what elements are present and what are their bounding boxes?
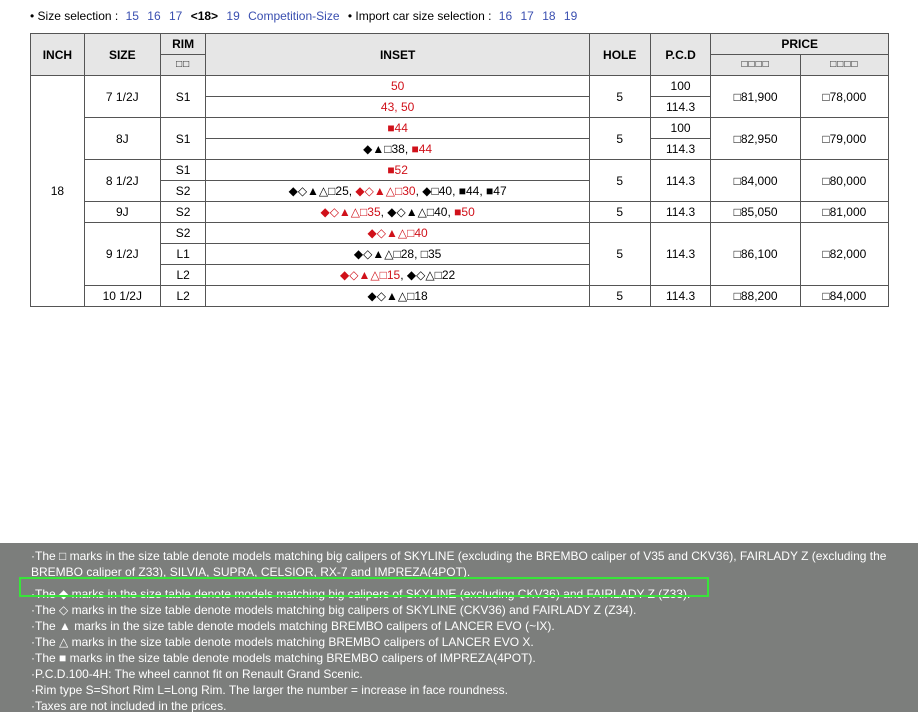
note-line-2: ·The ◆ marks in the size table denote mo…: [31, 587, 691, 601]
notes-panel: ·The □ marks in the size table denote mo…: [0, 543, 918, 713]
pcd-cell: 114.3: [649, 138, 712, 160]
header-rim-sub: □□: [159, 54, 207, 76]
header-price-sub-1: □□□□: [710, 54, 801, 76]
import-link-18[interactable]: 18: [542, 9, 555, 23]
inset-cell: ◆◇▲△□18: [205, 285, 590, 307]
inset-cell: ◆◇▲△□40: [205, 222, 590, 244]
price-cell-2: □81,000: [799, 201, 890, 223]
note-line-7: ·P.C.D.100-4H: The wheel cannot fit on R…: [31, 667, 363, 681]
rim-cell: S2: [159, 180, 207, 202]
hole-cell: 5: [588, 117, 651, 160]
rim-cell: L2: [159, 285, 207, 307]
size-link-15[interactable]: 15: [126, 9, 139, 23]
price-cell-1: □82,950: [710, 117, 801, 160]
note-line-4: ·The ▲ marks in the size table denote mo…: [31, 619, 555, 633]
header-pcd: P.C.D: [649, 33, 712, 76]
rim-cell: S1: [159, 159, 207, 181]
size-cell: 10 1/2J: [83, 285, 161, 307]
inset-cell: ◆▲□38, ■44: [205, 138, 590, 160]
pcd-cell: 100: [649, 117, 712, 139]
rim-cell: S1: [159, 117, 207, 160]
header-inch: INCH: [30, 33, 85, 76]
size-cell: 9 1/2J: [83, 222, 161, 286]
header-hole: HOLE: [588, 33, 651, 76]
table-row: 9 1/2J S2 ◆◇▲△□40 5 114.3 □86,100 □82,000: [31, 222, 890, 286]
pcd-cell: 114.3: [649, 159, 712, 202]
note-line-3: ·The ◇ marks in the size table denote mo…: [31, 603, 637, 617]
price-cell-1: □85,050: [710, 201, 801, 223]
size-cell: 9J: [83, 201, 161, 223]
hole-cell: 5: [588, 201, 651, 223]
import-link-16[interactable]: 16: [499, 9, 512, 23]
size-selection-label: • Size selection :: [30, 9, 119, 23]
header-size: SIZE: [83, 33, 161, 76]
rim-cell: L1: [159, 243, 207, 265]
import-link-19[interactable]: 19: [564, 9, 577, 23]
header-inset: INSET: [205, 33, 590, 76]
size-current-18: <18>: [190, 9, 219, 23]
table-row: 10 1/2J L2 ◆◇▲△□18 5 114.3 □88,200 □84,000: [31, 285, 890, 307]
price-cell-2: □78,000: [799, 75, 890, 118]
pcd-cell: 114.3: [649, 285, 712, 307]
pcd-cell: 114.3: [649, 201, 712, 223]
header-price: PRICE: [710, 33, 889, 55]
inset-cell: ■52: [205, 159, 590, 181]
inset-cell: 43, 50: [205, 96, 590, 118]
pcd-cell: 114.3: [649, 96, 712, 118]
rim-cell: S2: [159, 201, 207, 223]
inset-cell: 50: [205, 75, 590, 97]
inset-cell: ◆◇▲△□15, ◆◇△□22: [205, 264, 590, 286]
price-cell-1: □84,000: [710, 159, 801, 202]
hole-cell: 5: [588, 222, 651, 286]
table-row: 8 1/2J S1 ■52 5 114.3 □84,000 □80,000: [31, 159, 890, 202]
header-price-sub-2: □□□□: [799, 54, 890, 76]
inch-cell: 18: [30, 75, 85, 307]
hole-cell: 5: [588, 159, 651, 202]
import-link-17[interactable]: 17: [520, 9, 533, 23]
table-row: 9J S2 ◆◇▲△□35, ◆◇▲△□40, ■50 5 114.3 □85,050 □8…: [31, 201, 890, 223]
size-cell: 8J: [83, 117, 161, 160]
note-line-6: ·The ■ marks in the size table denote mo…: [31, 651, 536, 665]
table-row: 8J S1 ■44 5 100 □82,950 □79,000: [31, 117, 890, 160]
import-selection-label: • Import car size selection :: [347, 9, 492, 23]
hole-cell: 5: [588, 75, 651, 118]
size-link-competition[interactable]: Competition-Size: [248, 9, 339, 23]
pcd-cell: 100: [649, 75, 712, 97]
inset-cell: ◆◇▲△□25, ◆◇▲△□30, ◆□40, ■44, ■47: [205, 180, 590, 202]
size-link-17[interactable]: 17: [169, 9, 182, 23]
note-line-5: ·The △ marks in the size table denote mo…: [31, 635, 534, 649]
inset-cell: ■44: [205, 117, 590, 139]
pcd-cell: 114.3: [649, 222, 712, 286]
rim-cell: S2: [159, 222, 207, 244]
table-row: 18 7 1/2J S1 50 5 100 □81,900 □78,000: [30, 75, 890, 307]
price-cell-2: □82,000: [799, 222, 890, 286]
price-cell-2: □84,000: [799, 285, 890, 307]
price-cell-2: □79,000: [799, 117, 890, 160]
size-link-16[interactable]: 16: [147, 9, 160, 23]
inset-cell: ◆◇▲△□28, □35: [205, 243, 590, 265]
wheel-size-table: INCH SIZE RIM INSET HOLE P.C.D PRICE □□ …: [30, 33, 890, 307]
price-cell-1: □86,100: [710, 222, 801, 286]
size-cell: 8 1/2J: [83, 159, 161, 202]
size-link-19[interactable]: 19: [226, 9, 239, 23]
size-selection-bar: • Size selection : 15 16 17 <18> 19 Comp…: [30, 9, 582, 23]
note-line-8: ·Rim type S=Short Rim L=Long Rim. The la…: [31, 683, 509, 697]
header-rim: RIM: [159, 33, 207, 55]
rim-cell: L2: [159, 264, 207, 286]
price-cell-1: □81,900: [710, 75, 801, 118]
size-cell: 7 1/2J: [83, 75, 161, 118]
inset-cell: ◆◇▲△□35, ◆◇▲△□40, ■50: [205, 201, 590, 223]
hole-cell: 5: [588, 285, 651, 307]
price-cell-1: □88,200: [710, 285, 801, 307]
rim-cell: S1: [159, 75, 207, 118]
note-line-1: ·The □ marks in the size table denote mo…: [31, 549, 887, 579]
price-cell-2: □80,000: [799, 159, 890, 202]
